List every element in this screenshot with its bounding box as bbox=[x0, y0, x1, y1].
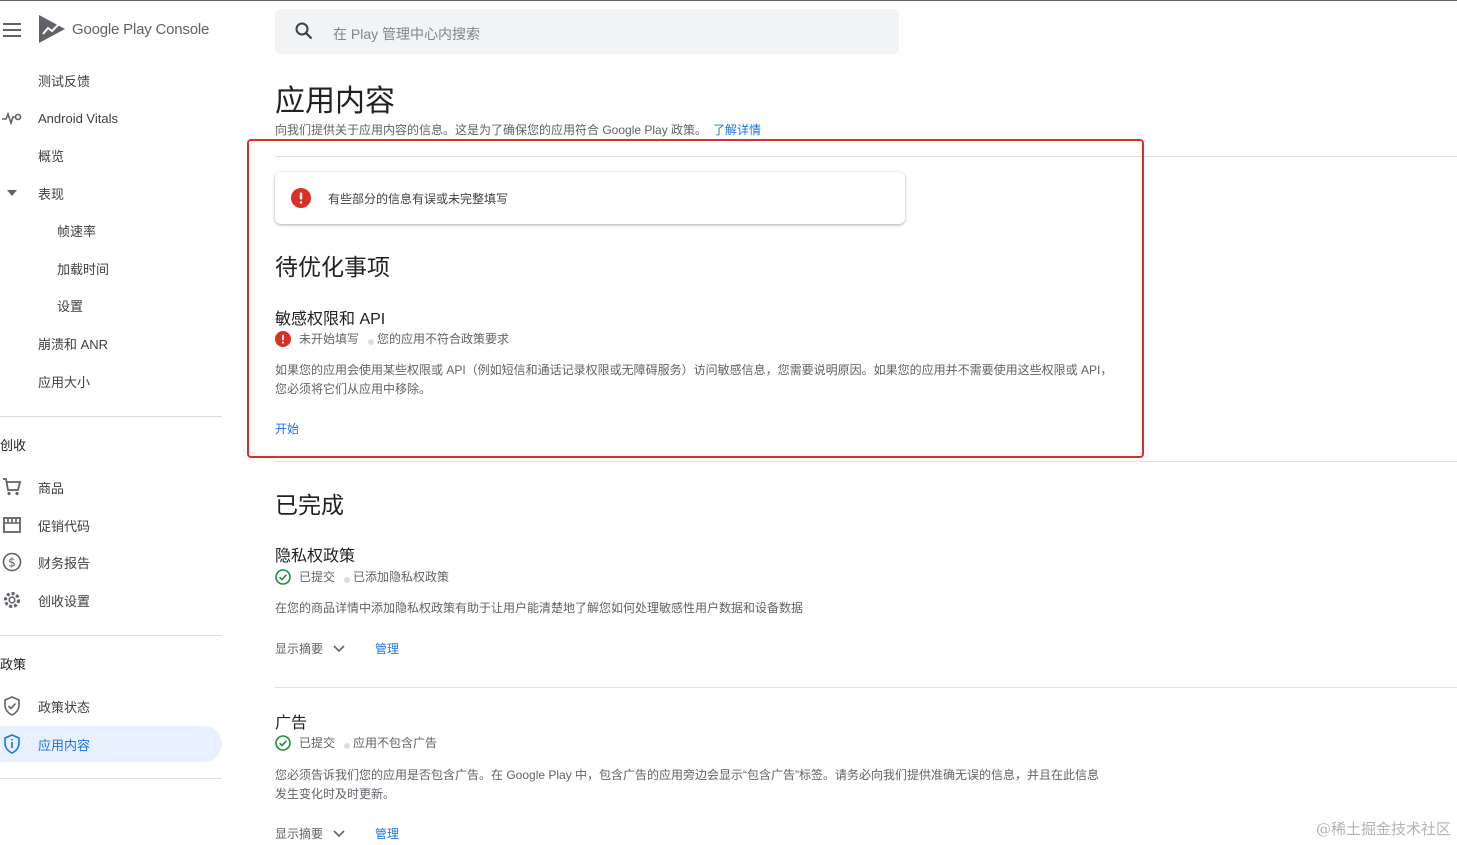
sidebar-item-monetize-settings[interactable]: 创收设置 bbox=[0, 582, 222, 618]
sidebar-item-products[interactable]: 商品 bbox=[0, 469, 222, 505]
ads-title: 广告 bbox=[275, 715, 308, 732]
page-title: 应用内容 bbox=[275, 85, 395, 118]
ads-show-summary-toggle[interactable]: 显示摘要 bbox=[275, 825, 345, 842]
status-text: 已提交 bbox=[299, 736, 336, 750]
sidebar-item-label: 商品 bbox=[38, 480, 65, 496]
section-divider bbox=[275, 461, 1457, 462]
sidebar-item-crashes-anr[interactable]: 崩溃和 ANR bbox=[0, 325, 222, 361]
privacy-show-summary-toggle[interactable]: 显示摘要 bbox=[275, 640, 345, 657]
sidebar-item-label: Android Vitals bbox=[38, 110, 118, 126]
ads-manage-button[interactable]: 管理 bbox=[375, 825, 399, 842]
show-summary-label: 显示摘要 bbox=[275, 827, 324, 841]
sidebar-item-overview[interactable]: 概览 bbox=[0, 137, 222, 173]
sidebar-section-monetize: 创收 bbox=[0, 438, 27, 453]
gear-icon bbox=[2, 590, 22, 610]
sidebar-item-performance[interactable]: 表现 bbox=[0, 175, 222, 211]
chevron-down-icon bbox=[333, 644, 345, 652]
cart-icon bbox=[2, 477, 22, 497]
status-text: 已提交 bbox=[299, 570, 336, 584]
sidebar-section-policy: 政策 bbox=[0, 657, 27, 672]
hamburger-menu-icon[interactable] bbox=[3, 23, 21, 37]
check-circle-icon bbox=[275, 734, 291, 751]
ads-status: 已提交 应用不包含广告 bbox=[275, 734, 437, 751]
logo-text: Google Play Console bbox=[72, 20, 210, 38]
search-placeholder: 在 Play 管理中心内搜索 bbox=[333, 26, 481, 42]
page-description: 向我们提供关于应用内容的信息。这是为了确保您的应用符合 Google Play … bbox=[275, 121, 761, 138]
privacy-policy-status: 已提交 已添加隐私权政策 bbox=[275, 568, 449, 585]
status-detail: 应用不包含广告 bbox=[353, 736, 438, 750]
sidebar-item-label: 概览 bbox=[38, 148, 65, 164]
watermark-text: @稀土掘金技术社区 bbox=[1315, 820, 1451, 838]
ads-description: 您必须告诉我们您的应用是否包含广告。在 Google Play 中，包含广告的应… bbox=[275, 768, 1100, 801]
sidebar-item-android-vitals[interactable]: Android Vitals bbox=[0, 100, 222, 136]
sidebar-item-financial-reports[interactable]: $ 财务报告 bbox=[0, 544, 222, 580]
sidebar-item-policy-status[interactable]: 政策状态 bbox=[0, 688, 222, 724]
show-summary-label: 显示摘要 bbox=[275, 642, 324, 656]
sidebar-item-settings[interactable]: 设置 bbox=[0, 287, 222, 323]
sidebar-item-label: 财务报告 bbox=[38, 555, 91, 571]
play-console-logo-icon bbox=[39, 15, 65, 43]
sidebar-divider bbox=[0, 635, 222, 636]
separator-dot bbox=[344, 576, 351, 583]
section-divider bbox=[275, 687, 1457, 688]
dollar-icon: $ bbox=[2, 552, 22, 572]
search-input[interactable]: 在 Play 管理中心内搜索 bbox=[275, 9, 899, 54]
check-circle-icon bbox=[275, 568, 291, 585]
shield-check-icon bbox=[2, 696, 22, 716]
sidebar-item-label: 促销代码 bbox=[38, 518, 91, 534]
sidebar-item-label: 设置 bbox=[57, 298, 84, 314]
sidebar-item-label: 崩溃和 ANR bbox=[38, 336, 109, 352]
play-console-logo[interactable]: Google Play Console bbox=[38, 14, 209, 44]
shield-info-icon bbox=[2, 734, 22, 754]
sidebar-item-load-time[interactable]: 加载时间 bbox=[0, 250, 222, 286]
sidebar-divider bbox=[0, 778, 222, 779]
highlight-annotation-box bbox=[247, 139, 1144, 458]
svg-text:$: $ bbox=[8, 556, 16, 570]
learn-more-link[interactable]: 了解详情 bbox=[713, 123, 761, 137]
vitals-pulse-icon bbox=[2, 108, 22, 128]
top-border bbox=[0, 0, 1457, 1]
sidebar-item-app-content[interactable]: 应用内容 bbox=[0, 726, 222, 762]
sidebar-item-test-feedback[interactable]: 测试反馈 bbox=[0, 62, 222, 98]
sidebar-item-label: 帧速率 bbox=[57, 223, 97, 239]
caret-down-icon bbox=[2, 183, 22, 203]
separator-dot bbox=[344, 742, 351, 749]
sidebar-item-label: 政策状态 bbox=[38, 699, 91, 715]
sidebar-item-label: 测试反馈 bbox=[38, 73, 91, 89]
privacy-policy-description: 在您的商品详情中添加隐私权政策有助于让用户能清楚地了解您如何处理敏感性用户数据和… bbox=[275, 601, 804, 615]
chevron-down-icon bbox=[333, 829, 345, 837]
status-detail: 已添加隐私权政策 bbox=[353, 570, 450, 584]
page-description-text: 向我们提供关于应用内容的信息。这是为了确保您的应用符合 Google Play … bbox=[275, 123, 708, 137]
sidebar-item-promo-codes[interactable]: 促销代码 bbox=[0, 507, 222, 543]
store-icon bbox=[2, 515, 22, 535]
sidebar-item-label: 创收设置 bbox=[38, 593, 91, 609]
sidebar-item-frame-rate[interactable]: 帧速率 bbox=[0, 212, 222, 248]
sidebar-item-app-size[interactable]: 应用大小 bbox=[0, 363, 222, 399]
privacy-manage-button[interactable]: 管理 bbox=[375, 640, 399, 657]
sidebar-item-label: 加载时间 bbox=[57, 261, 110, 277]
privacy-policy-title: 隐私权政策 bbox=[275, 548, 356, 565]
sidebar-item-label: 表现 bbox=[38, 186, 65, 202]
sidebar-item-label: 应用大小 bbox=[38, 374, 91, 390]
completed-heading: 已完成 bbox=[275, 492, 344, 518]
sidebar-divider bbox=[0, 416, 222, 417]
sidebar-item-label: 应用内容 bbox=[38, 737, 91, 753]
search-icon bbox=[295, 22, 313, 45]
